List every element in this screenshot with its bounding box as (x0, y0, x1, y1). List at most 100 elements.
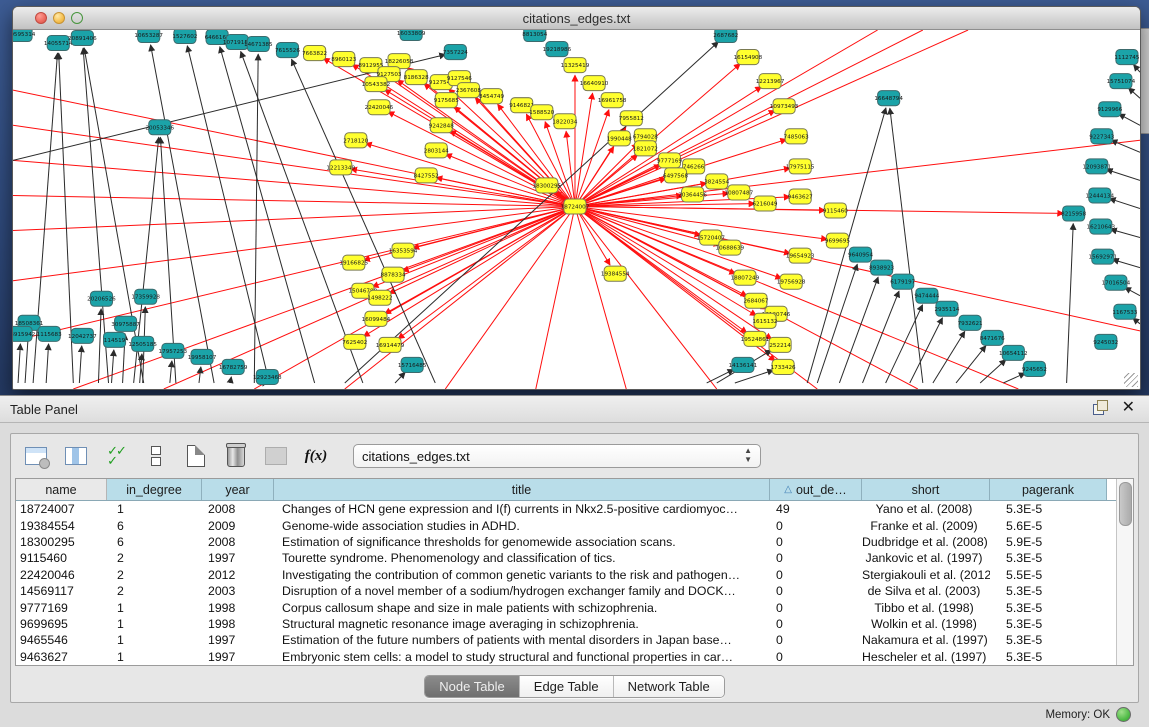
table-cell[interactable]: 0 (770, 650, 862, 664)
graph-node[interactable]: 30975887 (111, 316, 140, 331)
graph-node[interactable]: 7485063 (784, 129, 809, 144)
graph-node[interactable]: 10653287 (134, 30, 163, 43)
table-cell[interactable]: 6 (107, 535, 202, 549)
graph-node[interactable]: 252214 (769, 337, 791, 352)
graph-node[interactable]: 16099484 (362, 311, 391, 326)
graph-node[interactable]: 9129966 (1097, 102, 1122, 117)
graph-node[interactable]: 10688639 (716, 240, 745, 255)
graph-node[interactable]: 18300295 (533, 178, 562, 193)
table-row[interactable]: 969969511998Structural magnetic resonanc… (16, 616, 1133, 632)
table-cell[interactable]: 5.3E-5 (990, 617, 1107, 631)
graph-node[interactable]: 12093871 (1082, 159, 1111, 174)
table-cell[interactable]: Structural magnetic resonance image aver… (274, 617, 770, 631)
graph-node[interactable]: 10654112 (999, 345, 1028, 360)
table-row[interactable]: 1456911722003Disruption of a novel membe… (16, 583, 1133, 599)
graph-node[interactable]: 8427552 (414, 168, 439, 183)
table-cell[interactable]: 1 (107, 650, 202, 664)
table-row[interactable]: 2242004622012Investigating the contribut… (16, 567, 1133, 583)
function-builder-icon[interactable]: f(x) (301, 442, 331, 470)
tab-node-table[interactable]: Node Table (425, 676, 520, 697)
graph-node[interactable]: 8960123 (331, 52, 356, 67)
graph-node[interactable]: 12923468 (253, 369, 282, 384)
graph-node[interactable]: 19166825 (340, 255, 369, 270)
graph-edge[interactable] (575, 206, 1064, 213)
graph-node[interactable]: 6179197 (890, 274, 915, 289)
table-cell[interactable]: 5.3E-5 (990, 601, 1107, 615)
table-cell[interactable]: 1998 (202, 617, 274, 631)
graph-node[interactable]: 12505185 (128, 336, 157, 351)
graph-node[interactable]: 20891406 (68, 31, 97, 46)
graph-node[interactable]: 16353594 (389, 243, 418, 258)
graph-node[interactable]: 9699695 (825, 233, 850, 248)
graph-node[interactable]: 19384554 (601, 266, 630, 281)
table-cell[interactable]: 0 (770, 551, 862, 565)
graph-node[interactable]: 20595314 (13, 30, 36, 42)
table-cell[interactable]: de Silva et al. (2003) (862, 584, 990, 598)
graph-node[interactable]: 2935114 (934, 301, 959, 316)
graph-edge[interactable] (365, 143, 575, 206)
table-cell[interactable]: 22420046 (16, 568, 107, 582)
table-settings-icon[interactable] (21, 442, 51, 470)
table-cell[interactable]: 0 (770, 568, 862, 582)
graph-node[interactable]: 9640954 (848, 247, 873, 262)
column-visibility-icon[interactable] (61, 442, 91, 470)
graph-node[interactable]: 1115683 (37, 326, 62, 341)
graph-node[interactable]: 9463627 (788, 189, 813, 204)
table-cell[interactable]: Investigating the contribution of common… (274, 568, 770, 582)
graph-node[interactable]: 19654923 (786, 248, 815, 263)
column-header-title[interactable]: title (274, 479, 770, 500)
graph-node[interactable]: 12213349 (326, 160, 355, 175)
graph-node[interactable]: 15751074 (1107, 74, 1136, 89)
graph-edge[interactable] (839, 277, 878, 383)
table-row[interactable]: 911546021997Tourette syndrome. Phenomeno… (16, 550, 1133, 566)
graph-node[interactable]: 16782759 (219, 359, 248, 374)
table-cell[interactable]: 2 (107, 584, 202, 598)
table-cell[interactable]: 5.3E-5 (990, 633, 1107, 647)
graph-node[interactable]: 9115460 (823, 203, 848, 218)
close-panel-icon[interactable]: ✕ (1122, 401, 1135, 415)
graph-node[interactable]: 16640910 (580, 76, 609, 91)
graph-node[interactable]: 7625402 (342, 334, 367, 349)
graph-node[interactable]: 7955812 (619, 111, 644, 126)
column-header-in_degree[interactable]: in_degree (107, 479, 202, 500)
graph-edge[interactable] (151, 45, 214, 383)
graph-edge[interactable] (46, 344, 48, 383)
table-select-dropdown[interactable]: citations_edges.txt ▲▼ (353, 444, 761, 468)
table-cell[interactable]: 49 (770, 502, 862, 516)
graph-node[interactable]: 18807249 (731, 270, 760, 285)
graph-node[interactable]: 15692971 (1089, 249, 1118, 264)
table-cell[interactable]: 0 (770, 535, 862, 549)
table-cell[interactable]: Genome-wide association studies in ADHD. (274, 519, 770, 533)
table-cell[interactable]: 1 (107, 617, 202, 631)
table-cell[interactable]: 0 (770, 601, 862, 615)
graph-edge[interactable] (1106, 169, 1140, 180)
table-cell[interactable]: Embryonic stem cells: a model to study s… (274, 650, 770, 664)
table-row[interactable]: 946554611997Estimation of the future num… (16, 632, 1133, 648)
table-cell[interactable]: 1997 (202, 633, 274, 647)
graph-node[interactable]: 9245652 (1022, 361, 1047, 376)
graph-edge[interactable] (1119, 114, 1140, 125)
graph-edge[interactable] (112, 350, 114, 383)
graph-node[interactable]: 8186328 (404, 70, 429, 85)
table-cell[interactable]: 1 (107, 633, 202, 647)
table-cell[interactable]: 2 (107, 551, 202, 565)
graph-node[interactable]: 1822034 (552, 114, 577, 129)
graph-node[interactable]: 16210643 (1086, 219, 1115, 234)
table-vertical-scrollbar[interactable] (1116, 479, 1133, 665)
graph-node[interactable]: 16648794 (874, 91, 903, 106)
delete-table-icon[interactable] (261, 442, 291, 470)
graph-edge[interactable] (575, 206, 756, 315)
graph-node[interactable]: 2687682 (713, 30, 738, 43)
graph-edge[interactable] (910, 318, 943, 383)
table-row[interactable]: 977716911998Corpus callosum shape and si… (16, 599, 1133, 615)
graph-node[interactable]: 1615132 (752, 313, 777, 328)
graph-node[interactable]: 10807487 (725, 185, 754, 200)
table-cell[interactable]: Tourette syndrome. Phenomenology and cla… (274, 551, 770, 565)
graph-edge[interactable] (817, 264, 857, 383)
table-cell[interactable]: 1997 (202, 650, 274, 664)
graph-node[interactable]: 1167533 (1112, 304, 1137, 319)
graph-edge[interactable] (170, 361, 172, 383)
graph-edge[interactable] (886, 305, 923, 383)
graph-node[interactable]: 114519 (103, 332, 125, 347)
graph-node[interactable]: 1527602 (172, 30, 197, 44)
